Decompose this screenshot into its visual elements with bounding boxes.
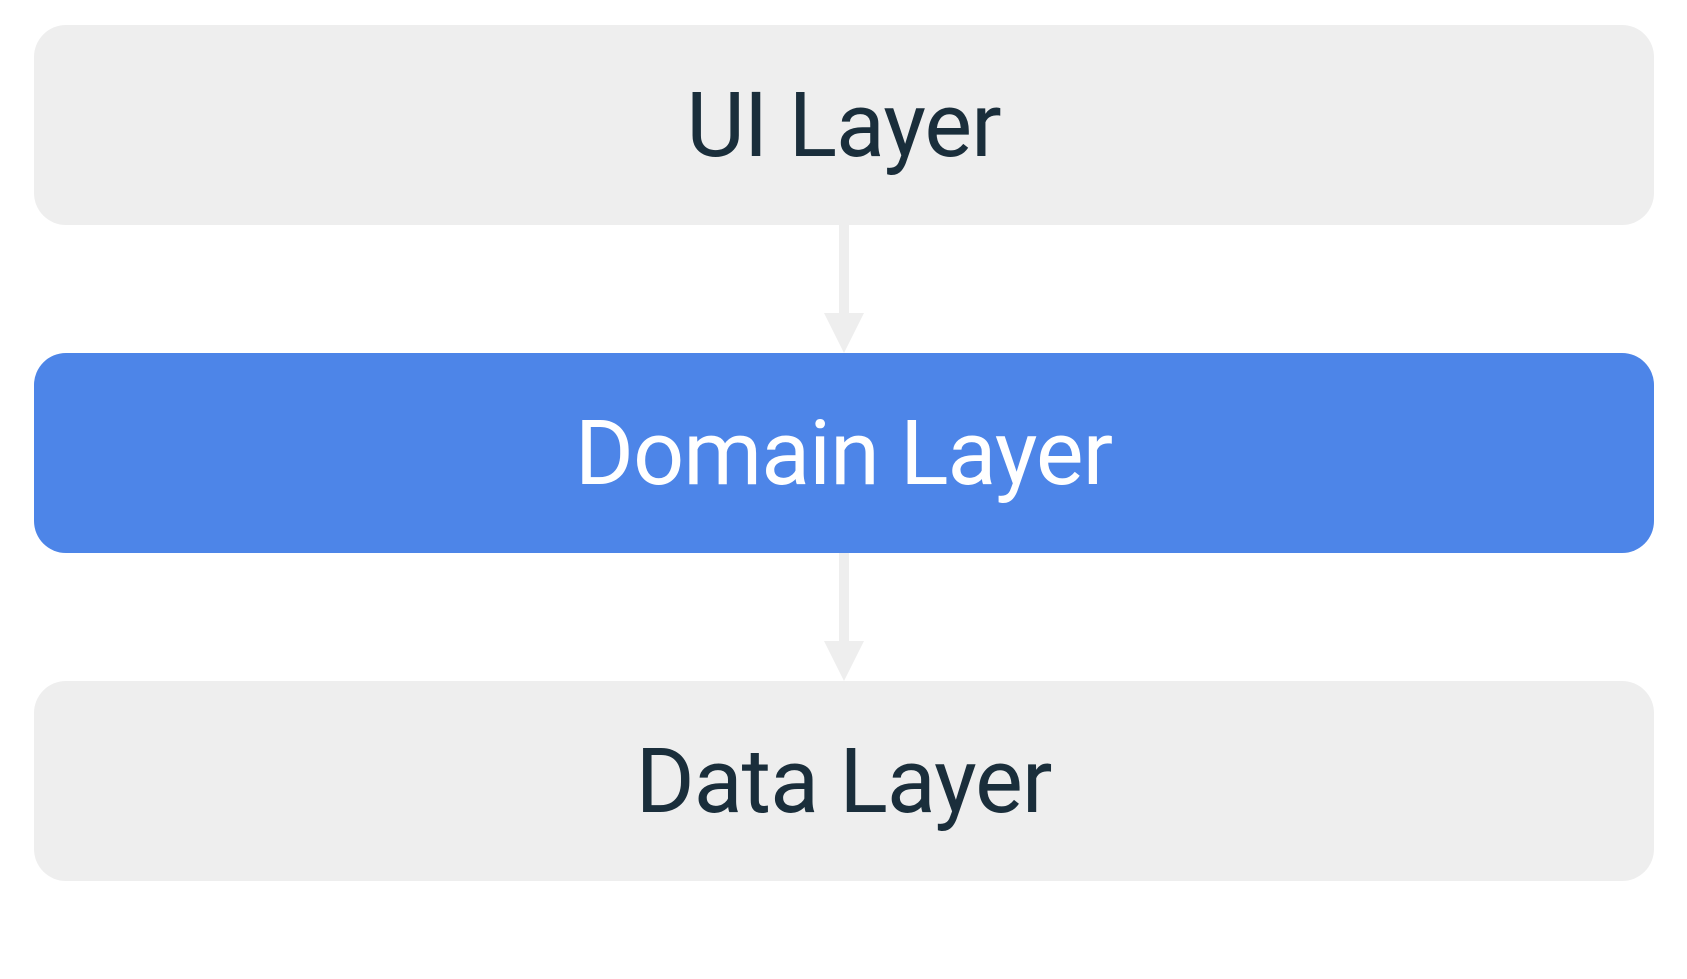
- architecture-diagram: UI Layer Domain Layer Data Layer: [34, 25, 1654, 881]
- arrow-down-icon: [814, 553, 874, 681]
- data-layer-box: Data Layer: [34, 681, 1654, 881]
- arrow-down-icon: [814, 225, 874, 353]
- ui-layer-box: UI Layer: [34, 25, 1654, 225]
- domain-layer-box: Domain Layer: [34, 353, 1654, 553]
- arrow-domain-to-data: [814, 553, 874, 681]
- arrow-ui-to-domain: [814, 225, 874, 353]
- data-layer-label: Data Layer: [636, 729, 1052, 834]
- domain-layer-label: Domain Layer: [575, 401, 1112, 506]
- ui-layer-label: UI Layer: [686, 73, 1000, 178]
